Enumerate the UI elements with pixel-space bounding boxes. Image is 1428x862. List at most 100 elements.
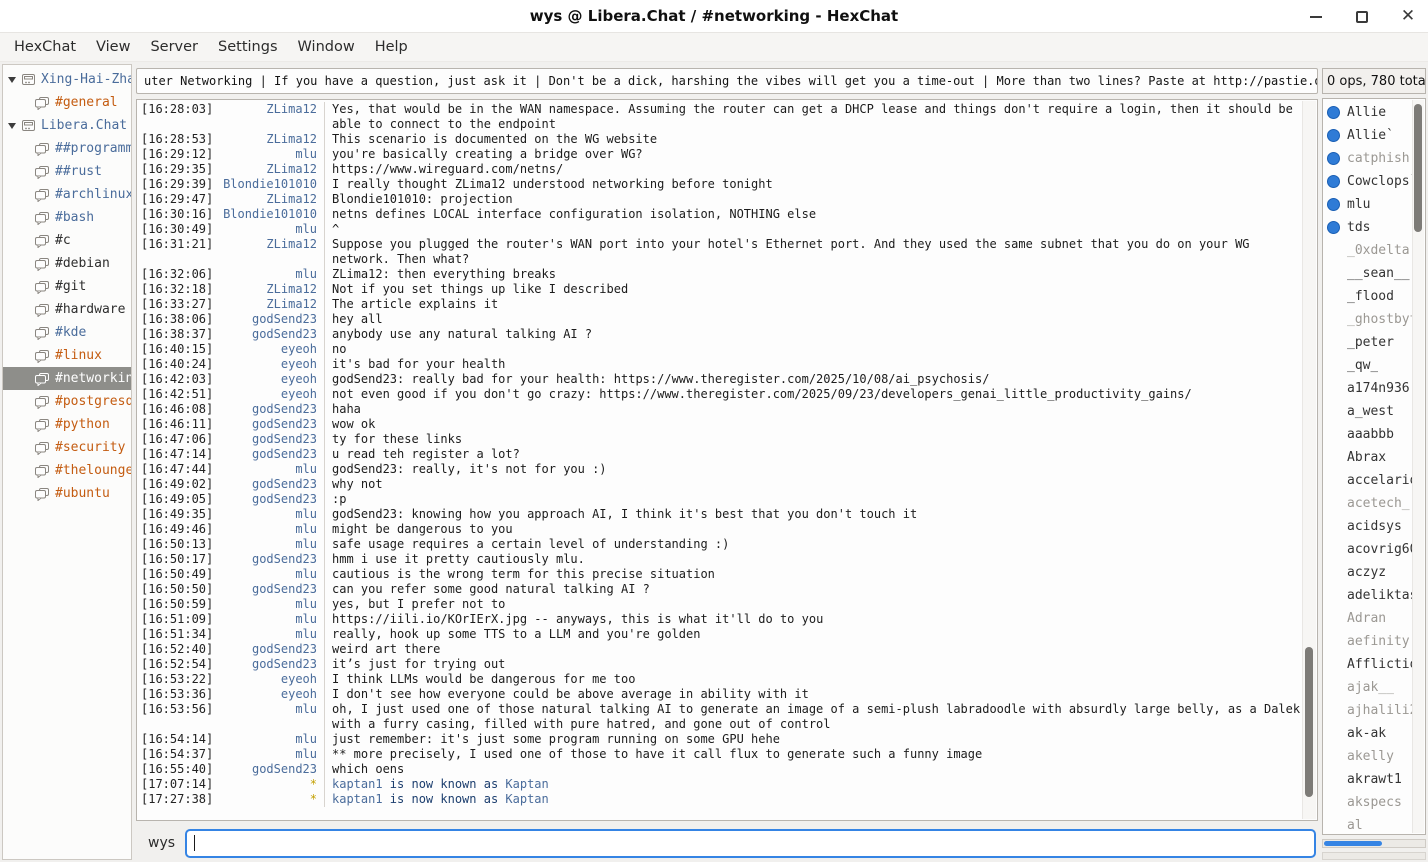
user-name: Abrax [1347,450,1386,465]
userlist-scrollbar[interactable] [1412,100,1424,833]
menubar: HexChatViewServerSettingsWindowHelp [0,33,1428,62]
server-tree-channel[interactable]: #general [3,91,131,114]
userlist-user[interactable]: adeliktas [1323,584,1425,607]
message-input[interactable] [185,829,1316,858]
message-text: :p [324,492,1302,507]
userlist-user[interactable]: aaabbb [1323,423,1425,446]
message-nick: mlu [219,507,324,522]
userlist-user[interactable]: tds [1323,216,1425,239]
userlist-user[interactable]: _peter [1323,331,1425,354]
server-tree-server[interactable]: Xing-Hai-Zhan [3,68,131,91]
userlist-user[interactable]: ajhalili2 [1323,699,1425,722]
userlist-hscrollbar[interactable] [1322,839,1426,848]
server-tree-channel[interactable]: #linux [3,344,131,367]
message-timestamp: [16:53:36] [139,687,219,702]
user-name: ak-ak [1347,726,1386,741]
userlist-user[interactable]: aczyz [1323,561,1425,584]
server-tree-server[interactable]: Libera.Chat [3,114,131,137]
userlist-user[interactable]: acetech_ [1323,492,1425,515]
expander-triangle-icon[interactable] [8,77,16,83]
userlist-user[interactable]: Allie` [1323,124,1425,147]
channel-name: #hardware [55,302,125,317]
chat-message-row: [16:53:22] eyeoh I think LLMs would be d… [139,672,1302,687]
userlist-hscrollbar-track2[interactable] [1322,852,1426,860]
message-timestamp: [16:46:11] [139,417,219,432]
menu-item-settings[interactable]: Settings [208,35,287,59]
server-tree-channel[interactable]: #security [3,436,131,459]
userlist-user[interactable]: acidsys [1323,515,1425,538]
userlist: Allie Allie` catphish Cowclops` mlu tds … [1322,98,1426,835]
userlist-user[interactable]: Cowclops` [1323,170,1425,193]
userlist-user[interactable]: ajak__ [1323,676,1425,699]
server-tree-channel[interactable]: #ubuntu [3,482,131,505]
menu-item-server[interactable]: Server [140,35,208,59]
expander-triangle-icon[interactable] [8,123,16,129]
maximize-button[interactable] [1352,7,1372,27]
menu-item-view[interactable]: View [86,35,140,59]
userlist-user[interactable]: catphish [1323,147,1425,170]
userlist-user[interactable]: Abrax [1323,446,1425,469]
message-link[interactable]: https://www.wireguard.com/netns/ [332,162,563,176]
server-tree-channel[interactable]: #python [3,413,131,436]
userlist-user[interactable]: Afflictio [1323,653,1425,676]
userlist-user[interactable]: mlu [1323,193,1425,216]
server-tree-channel[interactable]: #bash [3,206,131,229]
message-text: might be dangerous to you [324,522,1302,537]
userlist-user[interactable]: _ghostbyt [1323,308,1425,331]
userlist-user[interactable]: akspecs [1323,791,1425,814]
server-tree-channel[interactable]: #c [3,229,131,252]
message-link[interactable]: https://iili.io/KOrIErX.jpg [332,612,527,626]
userlist-scrollbar-thumb[interactable] [1414,104,1422,232]
userlist-user[interactable]: _flood [1323,285,1425,308]
close-button[interactable]: ✕ [1398,7,1418,27]
message-text: no [324,342,1302,357]
userlist-user[interactable]: akrawt1 [1323,768,1425,791]
event-new-nick: Kaptan [505,777,548,791]
user-name: akspecs [1347,795,1402,810]
message-nick: mlu [219,597,324,612]
server-tree-channel[interactable]: #debian [3,252,131,275]
minimize-button[interactable] [1306,7,1326,27]
channel-bubble-icon [34,165,50,179]
chat-scrollbar-thumb[interactable] [1305,647,1313,798]
server-tree-channel[interactable]: ##rust [3,160,131,183]
message-link[interactable]: https://www.theregister.com/2025/10/08/a… [614,372,990,386]
userlist-user[interactable]: _0xdelta [1323,239,1425,262]
chat-message-row: [16:38:37] godSend23 anybody use any nat… [139,327,1302,342]
userlist-user[interactable]: aefinity [1323,630,1425,653]
menu-item-hexchat[interactable]: HexChat [4,35,86,59]
menu-item-help[interactable]: Help [365,35,418,59]
menu-item-window[interactable]: Window [288,35,365,59]
server-tree-channel[interactable]: #kde [3,321,131,344]
server-tree-channel[interactable]: #hardware [3,298,131,321]
server-tree-channel[interactable]: #archlinux [3,183,131,206]
chat-message-row: [16:54:37] mlu ** more precisely, I used… [139,747,1302,762]
message-nick: Blondie101010 [219,177,324,192]
topic-bar[interactable]: uter Networking | If you have a question… [136,68,1318,94]
userlist-hscrollbar-thumb[interactable] [1324,841,1382,846]
userlist-user[interactable]: ak-ak [1323,722,1425,745]
message-nick: ZLima12 [219,162,324,177]
chat-message-row: [16:47:44] mlu godSend23: really, it's n… [139,462,1302,477]
userlist-user[interactable]: __sean__ [1323,262,1425,285]
userlist-user[interactable]: akelly [1323,745,1425,768]
userlist-user[interactable]: a174n936 [1323,377,1425,400]
server-tree-channel[interactable]: #git [3,275,131,298]
server-tree-channel[interactable]: #thelounge [3,459,131,482]
userlist-user[interactable]: acovrig60 [1323,538,1425,561]
server-tree-channel[interactable]: ##programming [3,137,131,160]
channel-bubble-icon [34,280,50,294]
userlist-user[interactable]: _qw_ [1323,354,1425,377]
chat-scrollbar[interactable] [1302,101,1316,819]
server-tree-channel[interactable]: #networking [3,367,131,390]
userlist-user[interactable]: accelario [1323,469,1425,492]
userlist-user[interactable]: al [1323,814,1425,835]
message-timestamp: [16:51:09] [139,612,219,627]
server-tree-channel[interactable]: #postgresql [3,390,131,413]
userlist-user[interactable]: Allie [1323,101,1425,124]
chat-message-row: [16:47:06] godSend23 ty for these links [139,432,1302,447]
user-name: aefinity [1347,634,1410,649]
userlist-user[interactable]: a_west [1323,400,1425,423]
channel-bubble-icon [34,234,50,248]
userlist-user[interactable]: Adran [1323,607,1425,630]
